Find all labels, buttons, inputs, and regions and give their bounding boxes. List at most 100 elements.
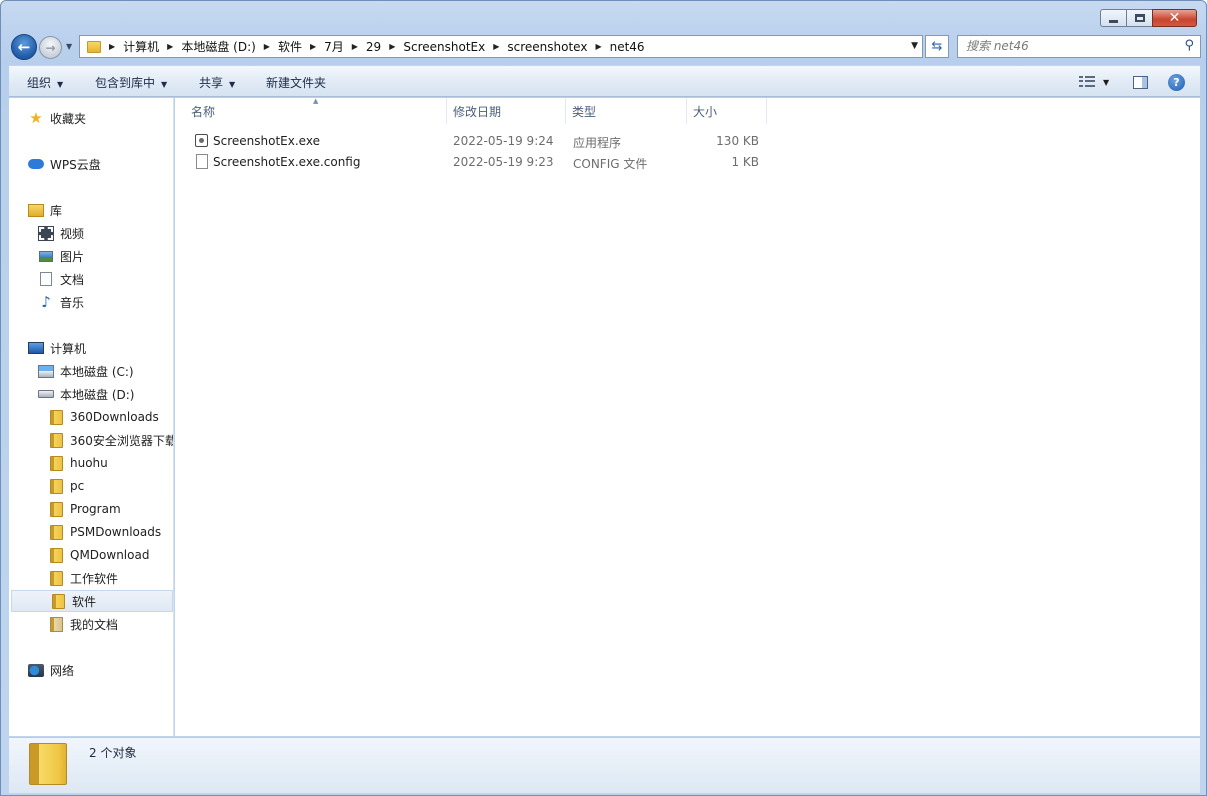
file-name: ScreenshotEx.exe.config — [213, 155, 361, 169]
details-pane: 2 个对象 — [9, 737, 1200, 793]
nav-wps-cloud[interactable]: WPS云盘 — [28, 153, 173, 175]
folder-icon — [48, 570, 64, 586]
breadcrumb-item-current[interactable]: net46 — [610, 40, 645, 54]
maximize-button[interactable] — [1126, 9, 1152, 27]
nav-label: 文档 — [60, 272, 85, 287]
breadcrumb-item[interactable]: 本地磁盘 (D:) — [181, 38, 255, 55]
chevron-right-icon[interactable]: ▶ — [493, 42, 499, 51]
nav-label: 图片 — [60, 249, 85, 264]
file-icon — [196, 154, 208, 169]
nav-pictures[interactable]: 图片 — [38, 245, 173, 267]
minimize-icon — [1109, 19, 1118, 23]
nav-computer[interactable]: 计算机 — [28, 337, 173, 359]
nav-videos[interactable]: 视频 — [38, 222, 173, 244]
change-view-button[interactable]: ▼ — [1079, 72, 1109, 92]
nav-folder[interactable]: PSMDownloads — [48, 521, 173, 543]
chevron-right-icon[interactable]: ▶ — [310, 42, 316, 51]
column-header-modified[interactable]: 修改日期 — [447, 98, 566, 124]
nav-folder[interactable]: 我的文档 — [48, 613, 173, 635]
address-bar[interactable]: ▶ 计算机 ▶ 本地磁盘 (D:) ▶ 软件 ▶ 7月 ▶ 29 ▶ Scree… — [79, 35, 923, 58]
video-icon — [38, 225, 54, 241]
folder-icon — [50, 593, 66, 609]
nav-folder[interactable]: QMDownload — [48, 544, 173, 566]
nav-drive-c[interactable]: 本地磁盘 (C:) — [38, 360, 173, 382]
nav-folder[interactable]: pc — [48, 475, 173, 497]
drive-icon — [38, 386, 54, 402]
refresh-button[interactable]: ⇆ — [925, 35, 949, 58]
back-button[interactable]: ← — [11, 34, 37, 60]
nav-folder[interactable]: Program — [48, 498, 173, 520]
folder-icon — [29, 743, 67, 785]
nav-label: 音乐 — [60, 295, 85, 310]
search-icon[interactable]: ⚲ — [1184, 38, 1194, 53]
nav-folder-selected[interactable]: 软件 — [11, 590, 173, 612]
organize-menu[interactable]: 组织 ▼ — [27, 74, 63, 91]
nav-folder[interactable]: 工作软件 — [48, 567, 173, 589]
column-label: 名称 — [191, 104, 216, 119]
nav-label: huohu — [70, 456, 108, 470]
column-header-name[interactable]: 名称 — [185, 98, 447, 124]
close-button[interactable]: ✕ — [1152, 9, 1197, 27]
file-row[interactable]: ScreenshotEx.exe 2022-05-19 9:24 应用程序 13… — [175, 131, 775, 152]
search-input[interactable] — [966, 39, 1166, 53]
file-row[interactable]: ScreenshotEx.exe.config 2022-05-19 9:23 … — [175, 152, 775, 173]
breadcrumb-item[interactable]: ScreenshotEx — [403, 40, 485, 54]
share-menu[interactable]: 共享 ▼ — [199, 74, 235, 91]
file-type: 应用程序 — [573, 136, 622, 150]
caption-buttons: ✕ — [1100, 9, 1197, 27]
chevron-right-icon[interactable]: ▶ — [109, 42, 115, 51]
help-button[interactable]: ? — [1168, 72, 1185, 92]
nav-favorites[interactable]: ★ 收藏夹 — [28, 107, 173, 129]
nav-libraries[interactable]: 库 — [28, 199, 173, 221]
nav-label: 软件 — [72, 594, 97, 609]
column-header-size[interactable]: 大小 — [687, 98, 767, 124]
chevron-right-icon[interactable]: ▶ — [595, 42, 601, 51]
breadcrumb-item[interactable]: 29 — [366, 40, 381, 54]
nav-network[interactable]: 网络 — [28, 659, 173, 681]
application-icon — [195, 134, 208, 147]
new-folder-button[interactable]: 新建文件夹 — [266, 74, 326, 91]
nav-label: WPS云盘 — [50, 157, 101, 172]
command-bar: 组织 ▼ 包含到库中 ▼ 共享 ▼ 新建文件夹 ▼ ? — [9, 65, 1200, 97]
file-type: CONFIG 文件 — [573, 157, 648, 171]
computer-icon — [28, 340, 44, 356]
preview-pane-button[interactable] — [1133, 72, 1148, 92]
nav-label: 我的文档 — [70, 617, 119, 632]
nav-folder[interactable]: 360Downloads — [48, 406, 173, 428]
nav-label: PSMDownloads — [70, 525, 162, 539]
address-dropdown-icon[interactable]: ▼ — [911, 41, 918, 51]
recent-pages-dropdown[interactable]: ▼ — [66, 42, 72, 51]
nav-documents[interactable]: 文档 — [38, 268, 173, 290]
file-size: 130 KB — [716, 134, 759, 148]
details-view-icon — [1079, 76, 1095, 88]
search-box[interactable]: ⚲ — [957, 35, 1201, 58]
document-icon — [38, 271, 54, 287]
chevron-right-icon[interactable]: ▶ — [264, 42, 270, 51]
breadcrumb-item[interactable]: 7月 — [324, 38, 344, 55]
nav-drive-d[interactable]: 本地磁盘 (D:) — [38, 383, 173, 405]
breadcrumb-item[interactable]: 软件 — [278, 38, 302, 55]
nav-label: 本地磁盘 (D:) — [60, 387, 135, 402]
file-list: ▲ 名称 修改日期 类型 大小 ScreenshotEx.exe 2022-05… — [175, 97, 1200, 736]
cloud-icon — [28, 156, 44, 172]
nav-folder[interactable]: 360安全浏览器下载 — [48, 429, 174, 451]
dropdown-arrow-icon: ▼ — [1103, 77, 1110, 87]
column-header-type[interactable]: 类型 — [566, 98, 687, 124]
include-in-library-menu[interactable]: 包含到库中 ▼ — [95, 74, 167, 91]
chevron-right-icon[interactable]: ▶ — [352, 42, 358, 51]
folder-icon — [48, 524, 64, 540]
breadcrumb-item[interactable]: screenshotex — [507, 40, 587, 54]
nav-label: Program — [70, 502, 121, 516]
nav-label: 库 — [50, 203, 63, 218]
minimize-button[interactable] — [1100, 9, 1126, 27]
chevron-right-icon[interactable]: ▶ — [167, 42, 173, 51]
nav-folder[interactable]: huohu — [48, 452, 173, 474]
folder-icon — [48, 478, 64, 494]
library-icon — [28, 202, 44, 218]
chevron-right-icon[interactable]: ▶ — [389, 42, 395, 51]
forward-button[interactable]: → — [39, 36, 62, 59]
nav-label: 360安全浏览器下载 — [70, 433, 174, 448]
star-icon: ★ — [29, 108, 43, 127]
nav-music[interactable]: ♪ 音乐 — [38, 291, 173, 313]
breadcrumb-item[interactable]: 计算机 — [123, 38, 159, 55]
